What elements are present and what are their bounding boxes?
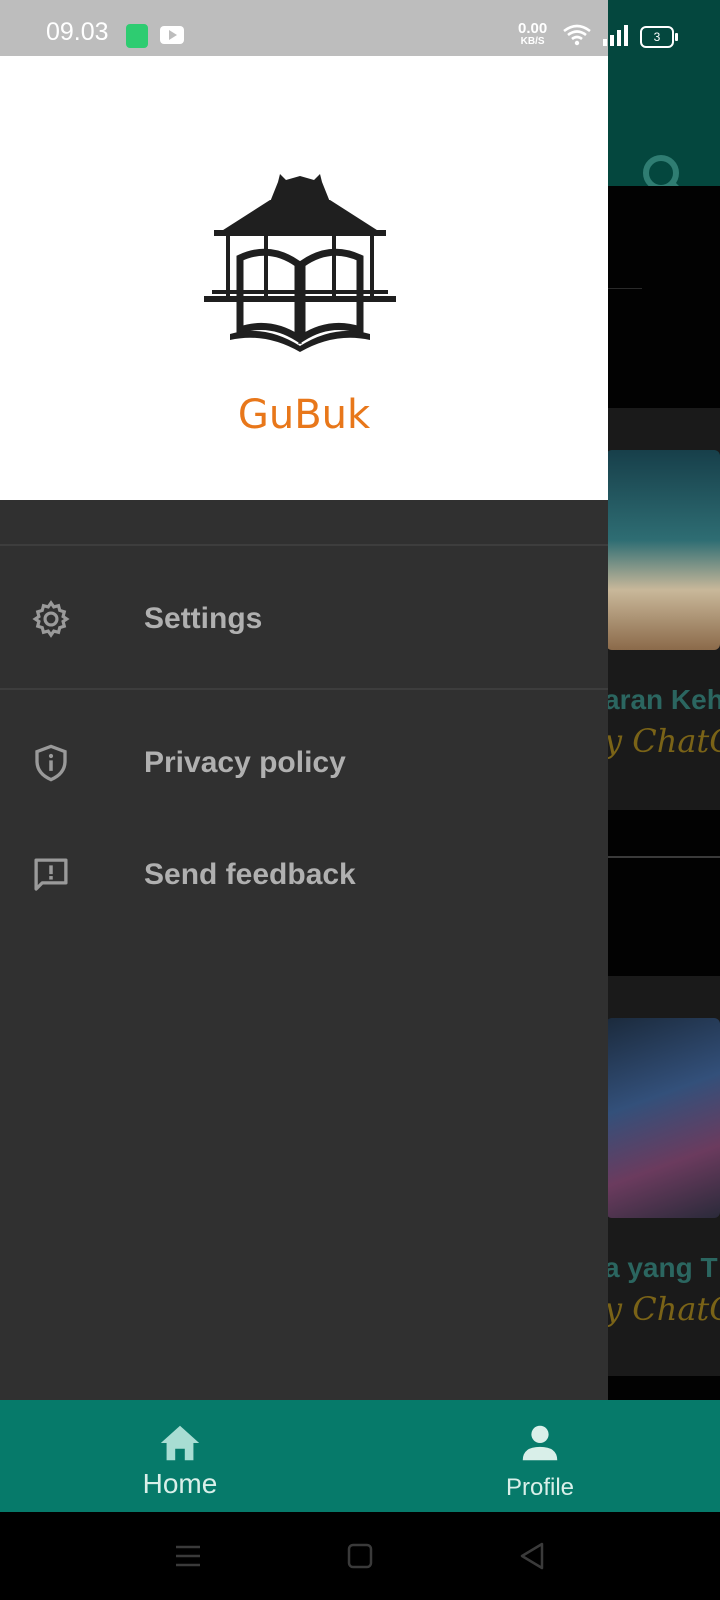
drawer-divider: [0, 544, 608, 546]
book-title: aran Keh: [604, 684, 720, 715]
status-time: 09.03: [46, 18, 109, 46]
bottom-navigation: Home Profile: [0, 1400, 720, 1512]
youtube-icon: [160, 26, 184, 44]
book-cover-image[interactable]: [606, 1018, 720, 1218]
network-speed-unit: KB/S: [520, 36, 545, 47]
shield-info-icon: [35, 744, 67, 782]
back-icon[interactable]: [512, 1540, 552, 1572]
gear-icon: [32, 600, 70, 638]
system-navigation-bar: [0, 1512, 720, 1600]
menu-item-label: Settings: [144, 602, 263, 635]
book-cover-image[interactable]: [606, 450, 720, 650]
home-button-icon[interactable]: [340, 1540, 380, 1572]
menu-item-send-feedback[interactable]: Send feedback: [0, 826, 608, 922]
nav-item-profile[interactable]: Profile: [420, 1400, 660, 1512]
network-speed: 0.00 KB/S: [518, 20, 548, 48]
background-divider: [608, 288, 642, 289]
navigation-drawer: GuBuk Settings Privacy policy Send feedb…: [0, 56, 608, 1400]
network-speed-value: 0.00: [518, 20, 548, 37]
wifi-icon: [563, 24, 591, 46]
menu-item-label: Send feedback: [144, 858, 356, 891]
nav-item-home[interactable]: Home: [60, 1400, 300, 1512]
background-divider: [600, 856, 720, 858]
menu-item-settings[interactable]: Settings: [0, 570, 608, 666]
person-icon: [522, 1425, 558, 1461]
menu-item-privacy-policy[interactable]: Privacy policy: [0, 714, 608, 810]
app-name: GuBuk: [237, 392, 371, 438]
signal-icon: [603, 25, 628, 46]
feedback-icon: [34, 858, 68, 891]
menu-item-label: Privacy policy: [144, 746, 346, 779]
nav-item-label: Home: [142, 1468, 218, 1499]
book-title: a yang T: [604, 1252, 718, 1283]
drawer-divider: [0, 688, 608, 690]
drawer-header: GuBuk: [0, 56, 608, 500]
nav-item-label: Profile: [505, 1474, 575, 1501]
status-bar: 09.03 0.00 KB/S 3: [0, 0, 720, 56]
battery-saver-icon: [126, 24, 148, 48]
book-subtitle: y ChatGP: [604, 1290, 720, 1328]
home-icon: [160, 1425, 200, 1461]
recent-apps-icon[interactable]: [168, 1540, 208, 1572]
book-subtitle: y ChatGP: [604, 722, 720, 760]
gubuk-logo-icon: [204, 174, 396, 352]
battery-icon: 3: [640, 26, 678, 48]
